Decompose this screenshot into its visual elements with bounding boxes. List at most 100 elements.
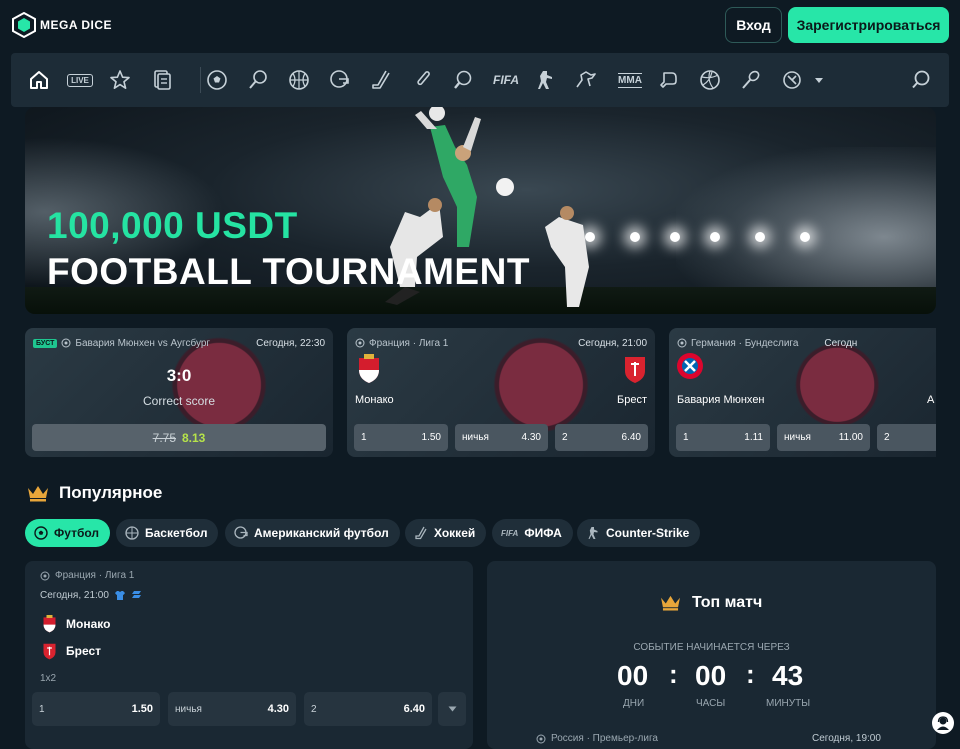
countdown-hours: 00 [695,660,727,691]
betslip-icon[interactable] [150,68,174,92]
football-icon [355,338,365,348]
odd-button-draw[interactable]: ничья 11.00 [777,424,870,451]
mma-icon[interactable]: MMA [615,68,645,92]
odd-value: 11.00 [838,432,863,443]
chevron-down-icon[interactable] [812,68,826,92]
home-team-name: Бавария Мюнхен [677,394,765,406]
card-header: БУСТ Бавария Мюнхен vs Аугсбург Сегодня,… [33,336,325,350]
horse-racing-icon[interactable] [574,68,598,92]
more-markets-button[interactable] [438,692,466,726]
chip-basketball[interactable]: Баскетбол [116,519,219,547]
promo-banner[interactable]: 100,000 USDT FOOTBALL TOURNAMENT [25,107,936,314]
basketball-icon[interactable] [287,68,311,92]
featured-card-boost[interactable]: БУСТ Бавария Мюнхен vs Аугсбург Сегодня,… [25,328,333,457]
odd-value: 1.11 [744,432,763,443]
top-match-league-row: Россия · Премьер-лига [536,733,658,744]
live-icon[interactable]: LIVE [66,68,94,92]
countdown-hours-label: ЧАСЫ [696,698,726,709]
match-odd-draw[interactable]: ничья 4.30 [168,692,296,726]
chip-football[interactable]: Футбол [25,519,111,547]
match-odd-away[interactable]: 2 6.40 [304,692,432,726]
match-time-row: Сегодня, 21:00 [40,590,142,601]
odd-button-away[interactable]: 2 6.40 [555,424,648,451]
card-league: Франция · Лига 1 [369,337,449,349]
away-team-name: А [927,394,935,406]
boost-odd-button[interactable]: 7.75 8.13 [32,424,326,451]
jersey-icon [114,591,125,600]
odd-button-away[interactable]: 2 [877,424,936,451]
login-button[interactable]: Вход [725,7,782,43]
hockey-icon[interactable] [369,68,393,92]
football-icon [677,338,687,348]
logo-text: MEGA DICE [40,18,113,32]
odd-label: 2 [311,703,317,715]
register-button[interactable]: Зарегистрироваться [788,7,949,43]
top-match-league: Россия · Премьер-лига [551,733,658,744]
chip-fifa[interactable]: FIFA ФИФА [492,519,573,547]
logo[interactable]: MEGA DICE [12,12,112,38]
card-time: Сегодн [824,337,858,349]
chip-counter-strike[interactable]: Counter-Strike [577,519,701,547]
countdown-label: СОБЫТИЕ НАЧИНАЕТСЯ ЧЕРЕЗ [633,642,790,653]
top-bar: MEGA DICE Вход Зарегистрироваться [0,0,960,52]
match-league: Франция · Лига 1 [55,570,135,581]
chip-label: Хоккей [434,526,476,540]
match-odd-home[interactable]: 1 1.50 [32,692,160,726]
odd-label: 2 [562,432,568,443]
search-icon[interactable] [909,68,933,92]
table-tennis-icon[interactable] [451,68,475,92]
tennis-icon[interactable] [246,68,270,92]
support-chat-button[interactable] [932,712,954,734]
volleyball-icon[interactable] [698,68,722,92]
support-agent-icon [937,716,949,730]
counter-strike-icon[interactable] [533,68,557,92]
boxing-icon[interactable] [657,68,681,92]
top-match-card[interactable] [487,561,936,749]
more-sports-icon[interactable] [780,68,804,92]
odd-label: 1 [361,432,367,443]
odd-button-home[interactable]: 1 1.11 [676,424,770,451]
odd-value: 1.50 [421,432,441,443]
american-football-icon[interactable] [328,68,352,92]
odd-label: ничья [784,432,811,443]
chip-hockey[interactable]: Хоккей [405,519,487,547]
star-icon[interactable] [108,68,132,92]
cricket-icon[interactable] [410,68,434,92]
match-away-team: Брест [42,642,101,660]
hockey-icon [415,526,427,540]
boost-old-odd: 7.75 [152,430,176,445]
counter-strike-icon [588,527,598,539]
banner-headline-title: FOOTBALL TOURNAMENT [47,251,530,292]
card-match-title: Бавария Мюнхен vs Аугсбург [75,337,211,349]
featured-card-match[interactable]: Франция · Лига 1 Сегодня, 21:00 Монако Б… [347,328,655,457]
odd-value: 6.40 [621,432,641,443]
card-header: Франция · Лига 1 Сегодня, 21:00 [355,336,647,350]
odd-label: ничья [462,432,489,443]
chevron-down-icon [448,706,456,712]
badminton-icon[interactable] [739,68,763,92]
home-icon[interactable] [27,68,51,92]
away-team-name: Брест [617,394,647,406]
monaco-logo-icon [359,354,379,383]
card-header: Германия · Бундеслига Сегодн [677,336,936,350]
odd-value: 4.30 [521,432,541,443]
countdown-minutes: 43 [772,660,804,691]
odd-button-home[interactable]: 1 1.50 [354,424,448,451]
football-icon[interactable] [205,68,229,92]
odd-label: ничья [175,703,202,715]
odd-label: 2 [884,432,890,443]
match-time: Сегодня, 21:00 [40,590,109,601]
boost-badge: БУСТ [33,338,58,348]
featured-card-match[interactable]: Германия · Бундеслига Сегодн Бавария Мюн… [669,328,936,457]
banner-smoke-right [676,147,936,297]
fifa-icon[interactable]: FIFA [492,68,520,92]
brest-logo-icon [625,357,645,383]
odd-value: 6.40 [403,703,425,715]
odd-value: 1.50 [131,703,153,715]
odd-label: 1 [683,432,689,443]
crown-icon [28,486,48,502]
chip-american-football[interactable]: Американский футбол [225,519,400,547]
american-football-icon [234,526,248,539]
sport-navigation: LIVE FIFA MMA [11,53,949,107]
odd-button-draw[interactable]: ничья 4.30 [455,424,548,451]
